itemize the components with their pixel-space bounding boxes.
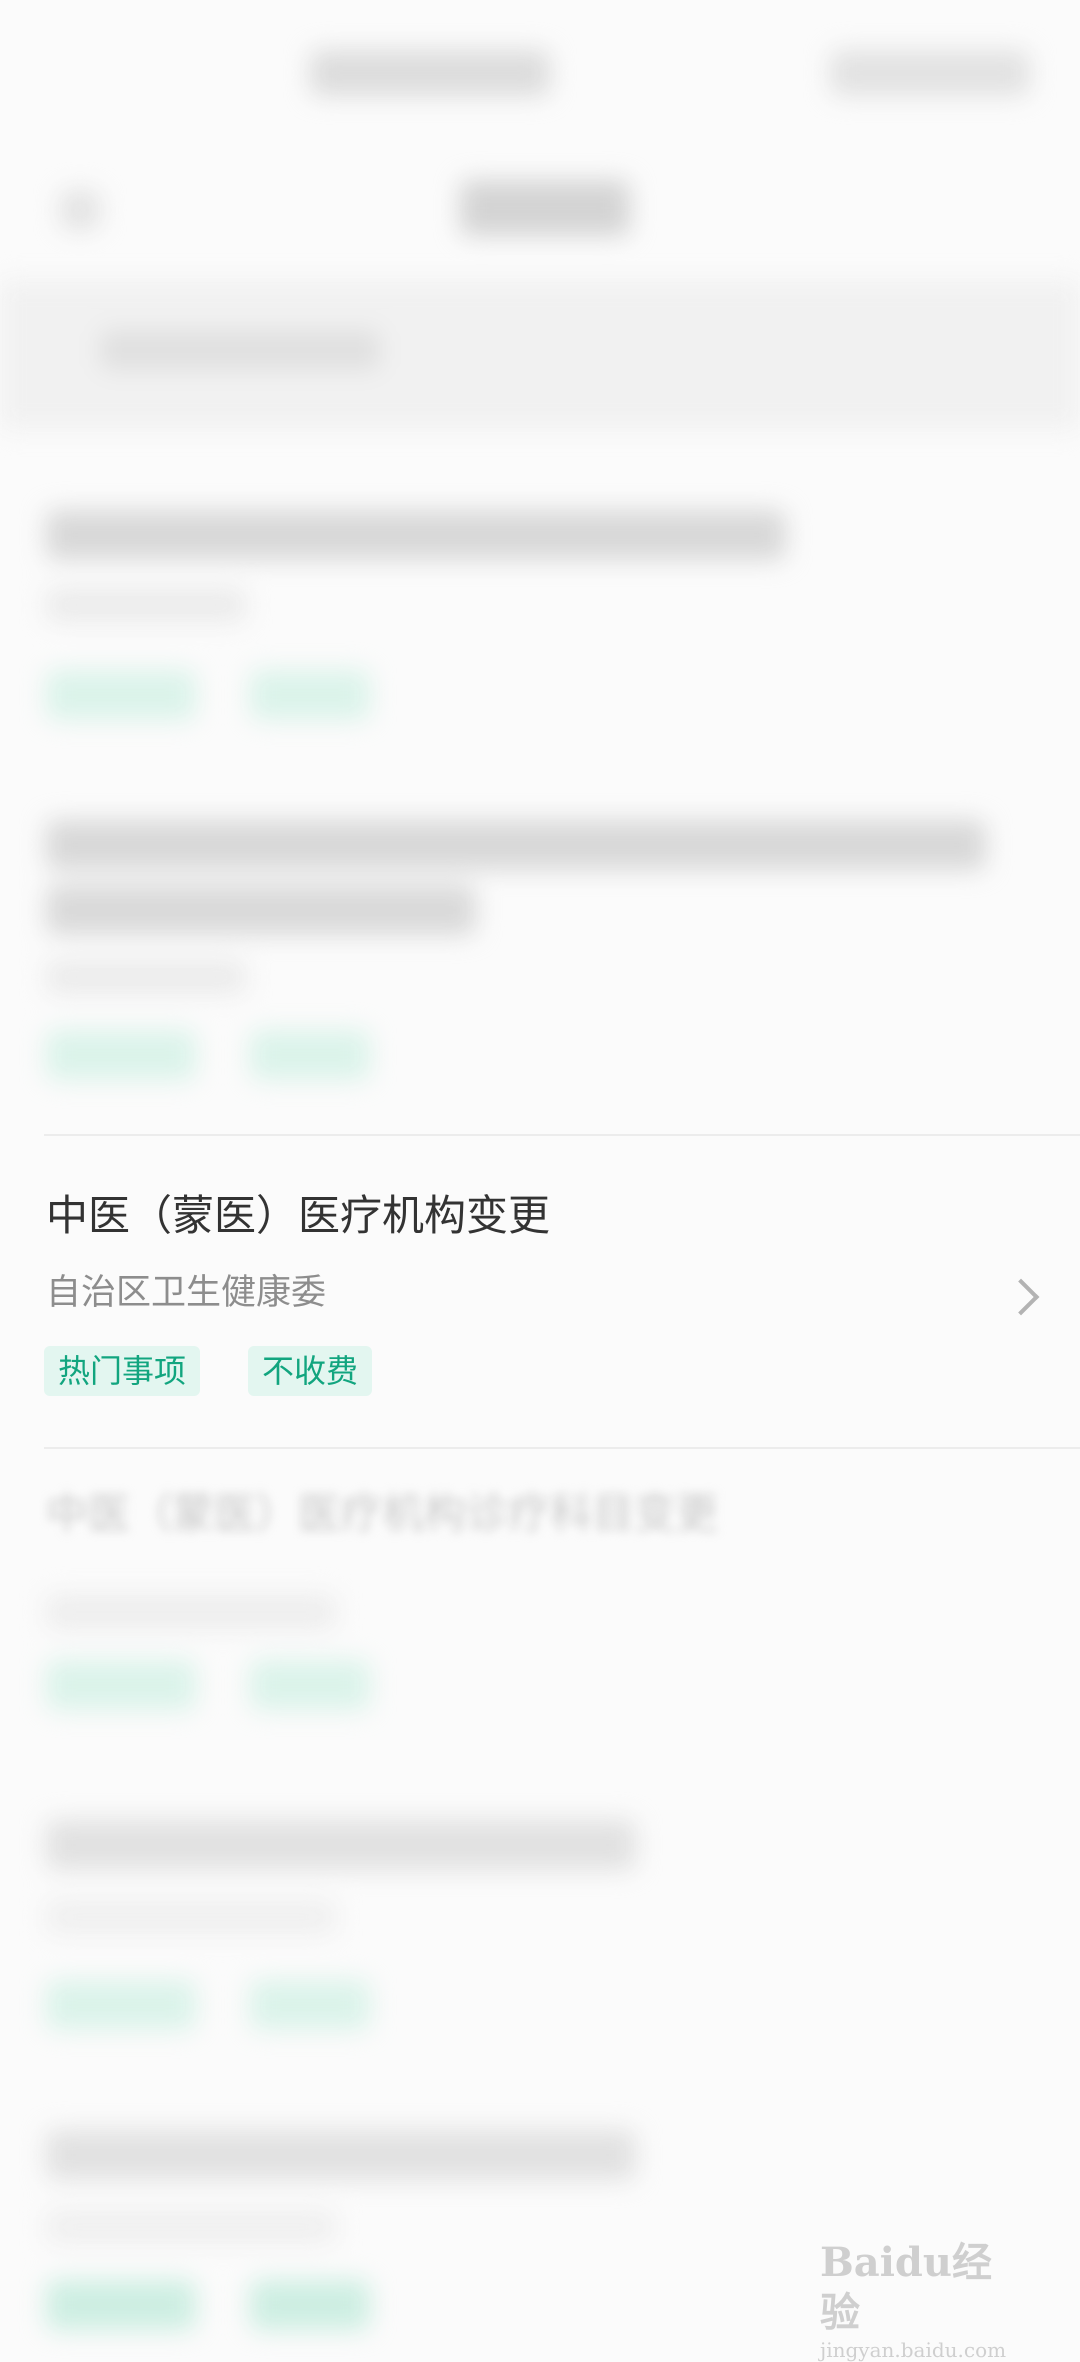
page-title-blur bbox=[460, 180, 630, 236]
tag-blur bbox=[46, 1660, 196, 1710]
list-item-title-blur-2 bbox=[46, 885, 476, 935]
list-item-title-blur bbox=[46, 2130, 636, 2180]
tag-blur bbox=[250, 2280, 370, 2330]
tag-hot: 热门事项 bbox=[44, 1346, 201, 1396]
status-left-blur bbox=[310, 50, 550, 96]
list-item[interactable]: 中医（蒙医）医疗机构诊疗科目变更 bbox=[0, 1460, 1080, 1760]
list-item-title-blur bbox=[46, 510, 786, 560]
list-item-dept-blur bbox=[46, 2210, 336, 2244]
list-item-dept-blur bbox=[46, 1595, 336, 1629]
tag-blur bbox=[250, 1980, 370, 2030]
tag-blur bbox=[250, 1030, 370, 1080]
list-item-title: 中医（蒙医）医疗机构变更 bbox=[46, 1191, 551, 1240]
divider bbox=[44, 1447, 1080, 1449]
list-item-focused[interactable]: 中医（蒙医）医疗机构变更 自治区卫生健康委 热门事项 不收费 bbox=[0, 1136, 1080, 1446]
list-item-dept-blur bbox=[46, 588, 246, 622]
list-item-department: 自治区卫生健康委 bbox=[46, 1273, 327, 1313]
list-item[interactable] bbox=[0, 1790, 1080, 2090]
tag-blur bbox=[46, 670, 196, 720]
filter-text-blur[interactable] bbox=[100, 330, 380, 370]
tag-blur bbox=[46, 1030, 196, 1080]
status-right-blur bbox=[830, 50, 1030, 96]
list-item-dept-blur bbox=[46, 1900, 336, 1934]
chevron-right-icon bbox=[1002, 1278, 1040, 1316]
list-item-body-blur bbox=[0, 1460, 1080, 1760]
tag-blur bbox=[250, 670, 370, 720]
status-bar bbox=[0, 0, 1080, 150]
baidu-watermark: Baidu经验 jingyan.baidu.com bbox=[820, 2238, 1030, 2362]
tag-free: 不收费 bbox=[248, 1346, 373, 1396]
watermark-brand: Baidu经验 bbox=[820, 2239, 992, 2336]
tag-blur bbox=[46, 2280, 196, 2330]
list-item[interactable] bbox=[0, 790, 1080, 1120]
list-item[interactable] bbox=[0, 470, 1080, 770]
back-icon[interactable] bbox=[60, 190, 100, 230]
watermark-url: jingyan.baidu.com bbox=[820, 2338, 1007, 2362]
tag-blur bbox=[250, 1660, 370, 1710]
nav-header bbox=[0, 150, 1080, 280]
filter-bar bbox=[0, 280, 1080, 430]
tag-blur bbox=[46, 1980, 196, 2030]
list-item-title-blur bbox=[46, 820, 986, 870]
list-item-dept-blur bbox=[46, 960, 246, 994]
list-item-title-blur bbox=[46, 1820, 636, 1870]
